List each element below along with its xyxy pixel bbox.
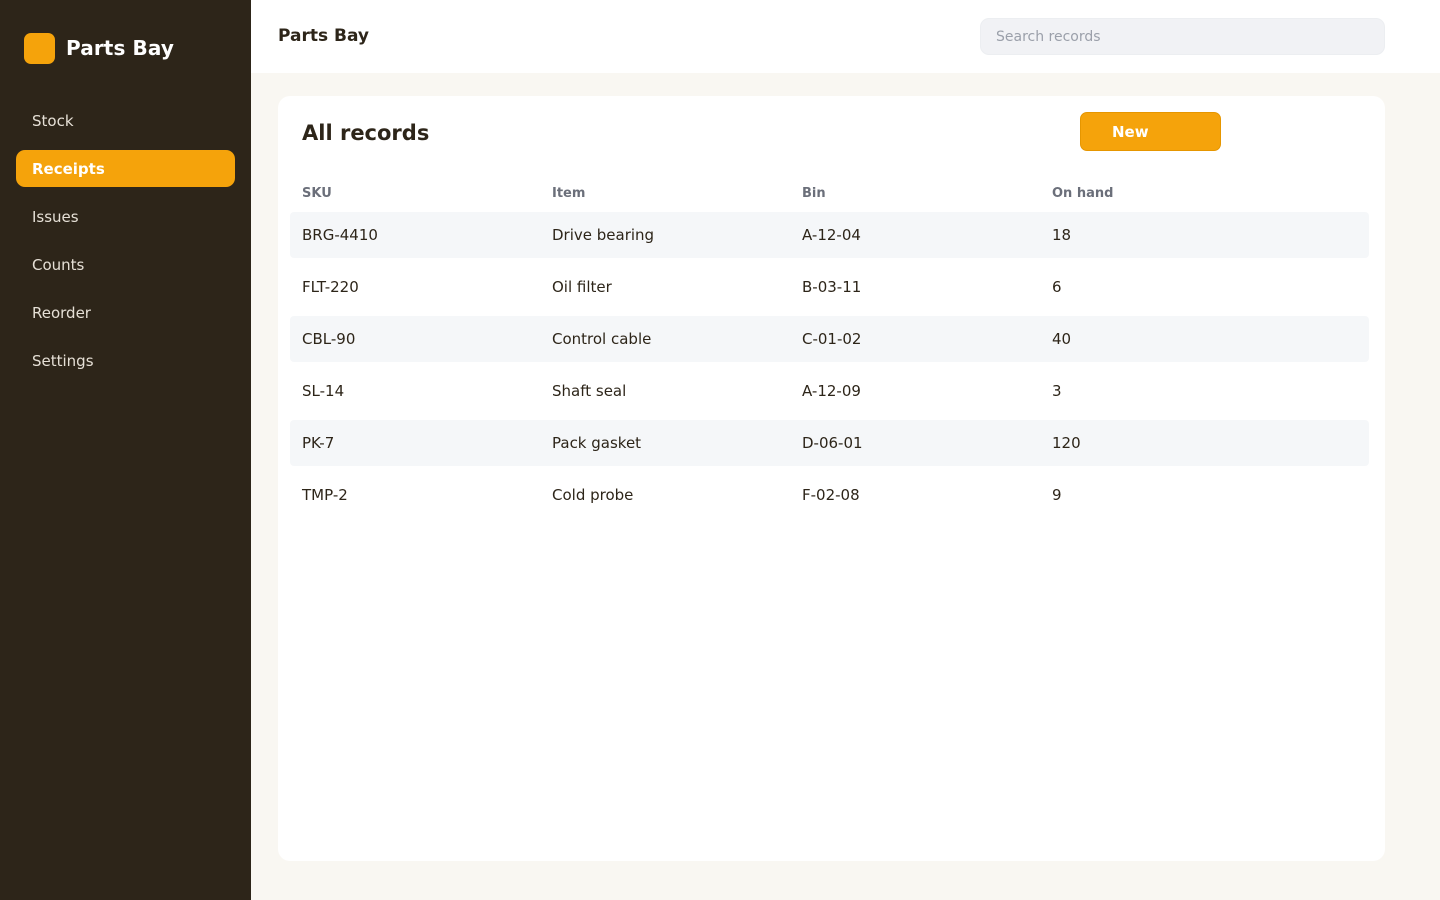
records-card: All records New SKU Item Bin On hand BRG… xyxy=(278,96,1385,861)
cell-sku: BRG-4410 xyxy=(302,226,378,244)
column-header-bin[interactable]: Bin xyxy=(790,186,1040,201)
page-title: Parts Bay xyxy=(278,26,370,46)
records-table: SKU Item Bin On hand BRG-4410 Drive bear… xyxy=(290,178,1369,524)
sidebar-item-receipts[interactable]: Receipts xyxy=(16,150,235,187)
table-body: BRG-4410 Drive bearing A-12-04 18 FLT-22… xyxy=(290,212,1369,518)
cell-on-hand: 6 xyxy=(1052,278,1062,296)
cell-on-hand: 120 xyxy=(1052,434,1081,452)
cell-sku: TMP-2 xyxy=(302,486,348,504)
cell-bin: F-02-08 xyxy=(802,486,860,504)
cell-on-hand: 3 xyxy=(1052,382,1062,400)
cell-item: Pack gasket xyxy=(552,434,642,452)
app-window: Parts Bay Stock Receipts Issues Counts R… xyxy=(0,0,1440,900)
table-row[interactable]: PK-7 Pack gasket D-06-01 120 xyxy=(290,420,1369,466)
cell-bin: C-01-02 xyxy=(802,330,862,348)
table-row[interactable]: SL-14 Shaft seal A-12-09 3 xyxy=(290,368,1369,414)
table-row[interactable]: BRG-4410 Drive bearing A-12-04 18 xyxy=(290,212,1369,258)
cell-bin: A-12-04 xyxy=(802,226,861,244)
sidebar-item-issues[interactable]: Issues xyxy=(16,198,235,235)
sidebar: Parts Bay Stock Receipts Issues Counts R… xyxy=(0,0,251,900)
sidebar-nav: Stock Receipts Issues Counts Reorder Set… xyxy=(16,102,235,390)
sidebar-item-label: Stock xyxy=(32,111,74,130)
cell-on-hand: 40 xyxy=(1052,330,1072,348)
table-row[interactable]: FLT-220 Oil filter B-03-11 6 xyxy=(290,264,1369,310)
cell-item: Shaft seal xyxy=(552,382,627,400)
cell-sku: FLT-220 xyxy=(302,278,359,296)
sidebar-item-label: Counts xyxy=(32,255,85,274)
cell-on-hand: 18 xyxy=(1052,226,1072,244)
column-header-item[interactable]: Item xyxy=(540,186,790,201)
cell-sku: PK-7 xyxy=(302,434,335,452)
cell-item: Drive bearing xyxy=(552,226,655,244)
sidebar-item-counts[interactable]: Counts xyxy=(16,246,235,283)
cell-on-hand: 9 xyxy=(1052,486,1062,504)
cell-bin: D-06-01 xyxy=(802,434,863,452)
new-record-button[interactable]: New xyxy=(1080,112,1221,151)
cell-bin: A-12-09 xyxy=(802,382,861,400)
sidebar-item-label: Reorder xyxy=(32,303,91,322)
cell-bin: B-03-11 xyxy=(802,278,862,296)
column-header-sku[interactable]: SKU xyxy=(290,186,540,201)
section-title: All records xyxy=(302,121,430,145)
brand-logo-icon xyxy=(24,32,55,64)
cell-item: Cold probe xyxy=(552,486,634,504)
table-row[interactable]: CBL-90 Control cable C-01-02 40 xyxy=(290,316,1369,362)
cell-sku: SL-14 xyxy=(302,382,345,400)
sidebar-item-label: Receipts xyxy=(32,159,105,178)
sidebar-item-settings[interactable]: Settings xyxy=(16,342,235,379)
cell-sku: CBL-90 xyxy=(302,330,356,348)
column-header-on-hand[interactable]: On hand xyxy=(1040,186,1369,201)
cell-item: Oil filter xyxy=(552,278,612,296)
sidebar-item-stock[interactable]: Stock xyxy=(16,102,235,139)
sidebar-item-reorder[interactable]: Reorder xyxy=(16,294,235,331)
table-row[interactable]: TMP-2 Cold probe F-02-08 9 xyxy=(290,472,1369,518)
brand-name: Parts Bay xyxy=(66,36,174,60)
cell-item: Control cable xyxy=(552,330,652,348)
table-header: SKU Item Bin On hand xyxy=(290,178,1369,208)
sidebar-item-label: Settings xyxy=(32,351,94,370)
brand: Parts Bay xyxy=(24,28,174,68)
sidebar-item-label: Issues xyxy=(32,207,79,226)
search-input[interactable] xyxy=(980,18,1385,55)
topbar: Parts Bay xyxy=(251,0,1440,73)
